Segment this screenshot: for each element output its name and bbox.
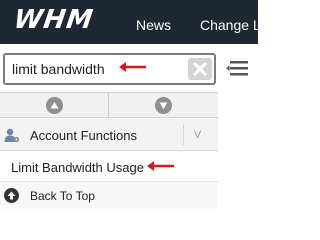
annotation-arrow-result bbox=[147, 161, 174, 171]
search-row: limit bandwidth bbox=[0, 44, 258, 92]
whm-logo[interactable]: WHM bbox=[12, 5, 96, 35]
chevron-up-icon bbox=[50, 102, 59, 109]
category-account-functions[interactable]: Account Functions V bbox=[0, 119, 218, 151]
sidebar-item-limit-bandwidth-usage[interactable]: Limit Bandwidth Usage bbox=[0, 152, 218, 182]
sidebar: Account Functions V Limit Bandwidth Usag… bbox=[0, 92, 218, 209]
back-to-top-label: Back To Top bbox=[30, 189, 95, 203]
user-gear-icon bbox=[4, 128, 20, 143]
category-divider bbox=[183, 125, 184, 145]
category-chevron-icon[interactable]: V bbox=[194, 129, 201, 141]
chevron-down-icon bbox=[159, 102, 168, 109]
back-to-top-link[interactable]: Back To Top bbox=[0, 183, 218, 209]
left-panel: limit bandwidth Account Functions V Limi… bbox=[0, 44, 258, 209]
x-icon bbox=[193, 62, 207, 76]
arrow-up-circle-icon bbox=[4, 188, 19, 203]
category-label: Account Functions bbox=[30, 128, 137, 143]
collapse-menu-icon[interactable] bbox=[226, 59, 248, 77]
annotation-arrow-search bbox=[119, 62, 146, 72]
nav-change-link[interactable]: Change L bbox=[200, 17, 261, 33]
nav-news-link[interactable]: News bbox=[136, 17, 171, 33]
search-input[interactable]: limit bandwidth bbox=[3, 53, 216, 85]
sidebar-controls bbox=[0, 92, 218, 118]
clear-search-button[interactable] bbox=[188, 58, 212, 80]
top-navbar: WHM News Change L bbox=[0, 0, 261, 44]
expand-all-button[interactable] bbox=[109, 93, 218, 118]
sidebar-item-label: Limit Bandwidth Usage bbox=[11, 160, 144, 175]
search-input-value: limit bandwidth bbox=[12, 61, 105, 77]
collapse-all-button[interactable] bbox=[0, 93, 109, 118]
